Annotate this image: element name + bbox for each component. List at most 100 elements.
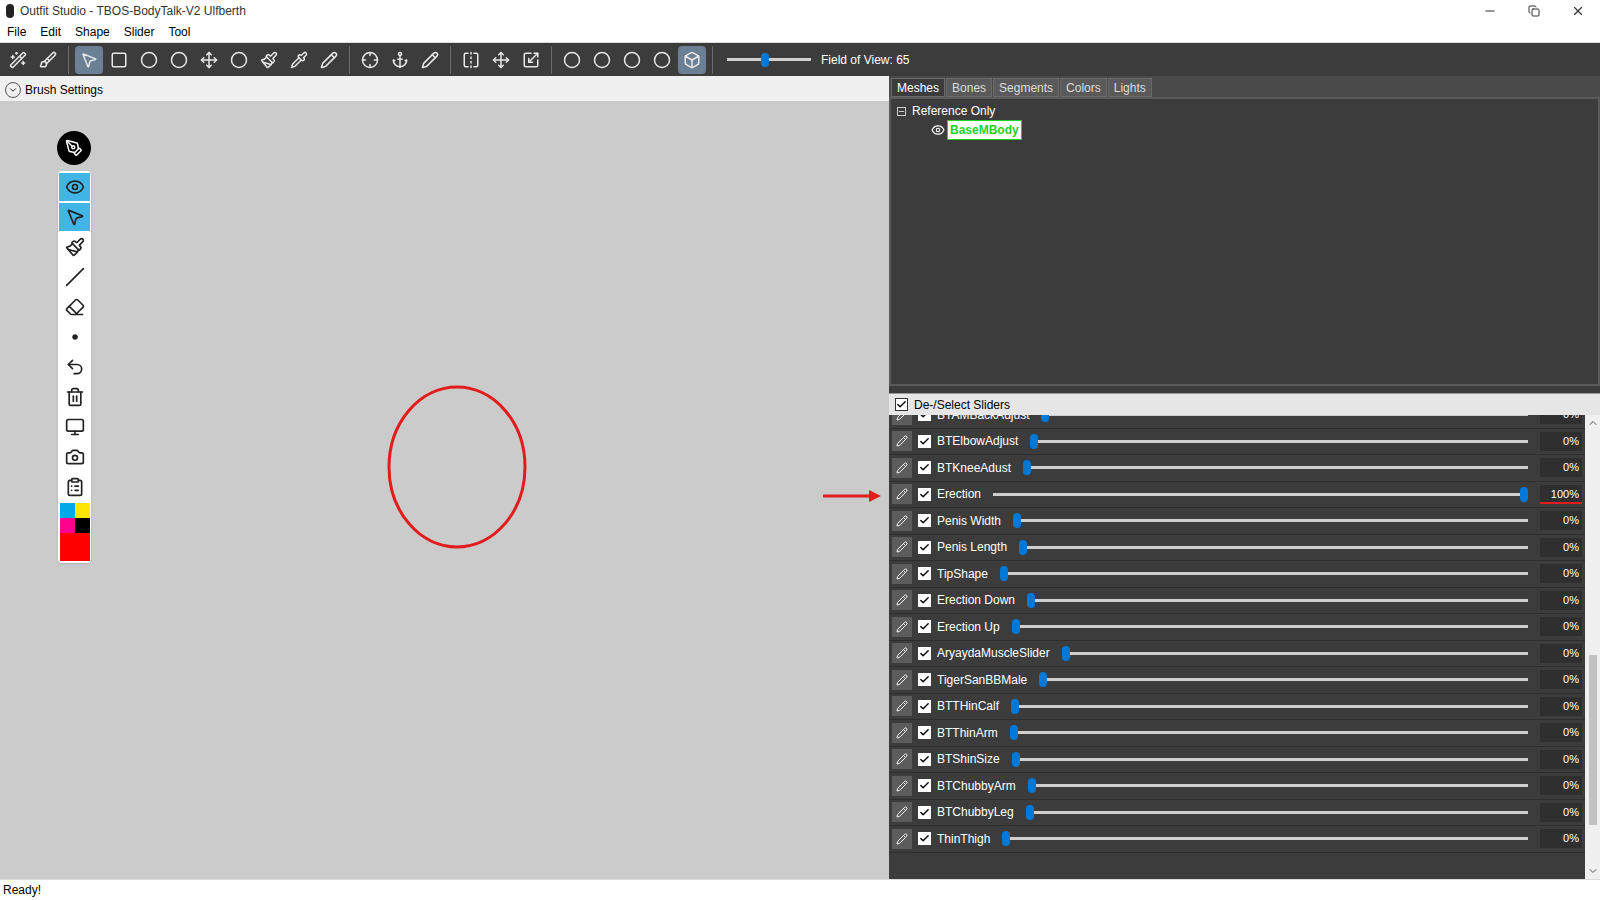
slider-value[interactable]: 0%: [1540, 803, 1582, 822]
toolbar-tool-icon[interactable]: [618, 46, 646, 74]
edit-slider-button[interactable]: [892, 511, 912, 531]
checkbox[interactable]: [918, 435, 931, 448]
slider-value[interactable]: 100%: [1540, 485, 1582, 504]
sliders-header[interactable]: De-/Select Sliders: [889, 393, 1600, 415]
toolbar-tool-icon[interactable]: [648, 46, 676, 74]
edit-slider-button[interactable]: [892, 415, 912, 425]
checkbox[interactable]: [918, 567, 931, 580]
checkbox[interactable]: [918, 461, 931, 474]
edit-slider-button[interactable]: [892, 749, 912, 769]
menu-item[interactable]: Tool: [161, 23, 197, 41]
toolbar-tool-icon[interactable]: [105, 46, 133, 74]
slider-value[interactable]: 0%: [1540, 829, 1582, 848]
brush-tool-icon[interactable]: [59, 323, 90, 351]
slider-thumb[interactable]: [1019, 540, 1027, 555]
slider-value[interactable]: 0%: [1540, 538, 1582, 557]
edit-slider-button[interactable]: [892, 723, 912, 743]
brush-tool-icon[interactable]: [59, 353, 90, 381]
toolbar-tool-icon[interactable]: [356, 46, 384, 74]
toolbar-tool-icon[interactable]: [255, 46, 283, 74]
checkbox[interactable]: [918, 832, 931, 845]
toolbar-tool-icon[interactable]: [225, 46, 253, 74]
slider-thumb[interactable]: [1012, 619, 1020, 634]
brush-tool-icon[interactable]: [59, 413, 90, 441]
slider-track[interactable]: [1039, 672, 1528, 688]
slider-value[interactable]: 0%: [1540, 564, 1582, 583]
menu-item[interactable]: Slider: [117, 23, 162, 41]
slider-track[interactable]: [1013, 513, 1528, 529]
slider-value[interactable]: 0%: [1540, 511, 1582, 530]
toolbar-tool-icon[interactable]: [135, 46, 163, 74]
toolbar-tool-icon[interactable]: [416, 46, 444, 74]
brush-tool-icon[interactable]: [59, 383, 90, 411]
edit-slider-button[interactable]: [892, 458, 912, 478]
slider-thumb[interactable]: [1520, 487, 1528, 502]
palette-swatch[interactable]: [75, 518, 90, 533]
palette-swatch[interactable]: [75, 503, 90, 518]
checkbox[interactable]: [918, 514, 931, 527]
tab[interactable]: Lights: [1108, 78, 1152, 97]
edit-slider-button[interactable]: [892, 617, 912, 637]
brush-tool-icon[interactable]: [59, 173, 90, 201]
slider-thumb[interactable]: [1028, 778, 1036, 793]
slider-track[interactable]: [1041, 415, 1528, 423]
slider-value[interactable]: 0%: [1540, 591, 1582, 610]
toolbar-tool-icon[interactable]: [386, 46, 414, 74]
toolbar-tool-icon[interactable]: [195, 46, 223, 74]
menu-item[interactable]: Shape: [68, 23, 117, 41]
menu-item[interactable]: Edit: [33, 23, 68, 41]
checkbox[interactable]: [918, 700, 931, 713]
slider-thumb[interactable]: [1039, 672, 1047, 687]
toolbar-tool-icon[interactable]: [588, 46, 616, 74]
slider-track[interactable]: [1000, 566, 1528, 582]
checkbox[interactable]: [895, 398, 908, 411]
slider-track[interactable]: [1062, 645, 1528, 661]
toolbar-tool-icon[interactable]: [487, 46, 515, 74]
slider-value[interactable]: 0%: [1540, 750, 1582, 769]
edit-slider-button[interactable]: [892, 829, 912, 849]
slider-value[interactable]: 0%: [1540, 617, 1582, 636]
checkbox[interactable]: [918, 753, 931, 766]
toolbar-tool-icon[interactable]: [285, 46, 313, 74]
expand-icon[interactable]: [5, 82, 21, 98]
slider-value[interactable]: 0%: [1540, 458, 1582, 477]
toolbar-tool-icon[interactable]: [315, 46, 343, 74]
slider-thumb[interactable]: [1013, 513, 1021, 528]
brush-tool-icon[interactable]: [59, 233, 90, 261]
restore-icon[interactable]: [1512, 0, 1556, 22]
slider-thumb[interactable]: [1041, 415, 1049, 422]
checkbox[interactable]: [918, 647, 931, 660]
slider-thumb[interactable]: [1011, 699, 1019, 714]
toolbar-tool-icon[interactable]: [558, 46, 586, 74]
brush-tool-icon[interactable]: [59, 443, 90, 471]
menu-item[interactable]: File: [0, 23, 33, 41]
slider-track[interactable]: [1019, 539, 1528, 555]
collapse-icon[interactable]: [897, 107, 906, 116]
slider-track[interactable]: [993, 486, 1528, 502]
slider-thumb[interactable]: [1002, 831, 1010, 846]
scrollbar[interactable]: [1585, 415, 1600, 879]
edit-slider-button[interactable]: [892, 590, 912, 610]
slider-thumb[interactable]: [1030, 434, 1038, 449]
tree-item[interactable]: BaseMBody: [897, 120, 1592, 139]
slider-track[interactable]: [1023, 460, 1528, 476]
slider-value[interactable]: 0%: [1540, 697, 1582, 716]
slider-track[interactable]: [1011, 698, 1528, 714]
tab[interactable]: Meshes: [891, 78, 945, 97]
checkbox[interactable]: [918, 415, 931, 421]
slider-thumb[interactable]: [1000, 566, 1008, 581]
toolbar-tool-icon[interactable]: [678, 46, 706, 74]
checkbox[interactable]: [918, 726, 931, 739]
checkbox[interactable]: [918, 673, 931, 686]
brush-tool-icon[interactable]: [59, 293, 90, 321]
checkbox[interactable]: [918, 779, 931, 792]
slider-thumb[interactable]: [1062, 646, 1070, 661]
edit-slider-button[interactable]: [892, 670, 912, 690]
tree-group[interactable]: Reference Only: [897, 102, 1592, 120]
slider-thumb[interactable]: [1023, 460, 1031, 475]
toolbar-tool-icon[interactable]: [75, 46, 103, 74]
checkbox[interactable]: [918, 806, 931, 819]
brush-tool-icon[interactable]: [59, 473, 90, 501]
toolbar-tool-icon[interactable]: [457, 46, 485, 74]
viewport[interactable]: [0, 101, 889, 879]
